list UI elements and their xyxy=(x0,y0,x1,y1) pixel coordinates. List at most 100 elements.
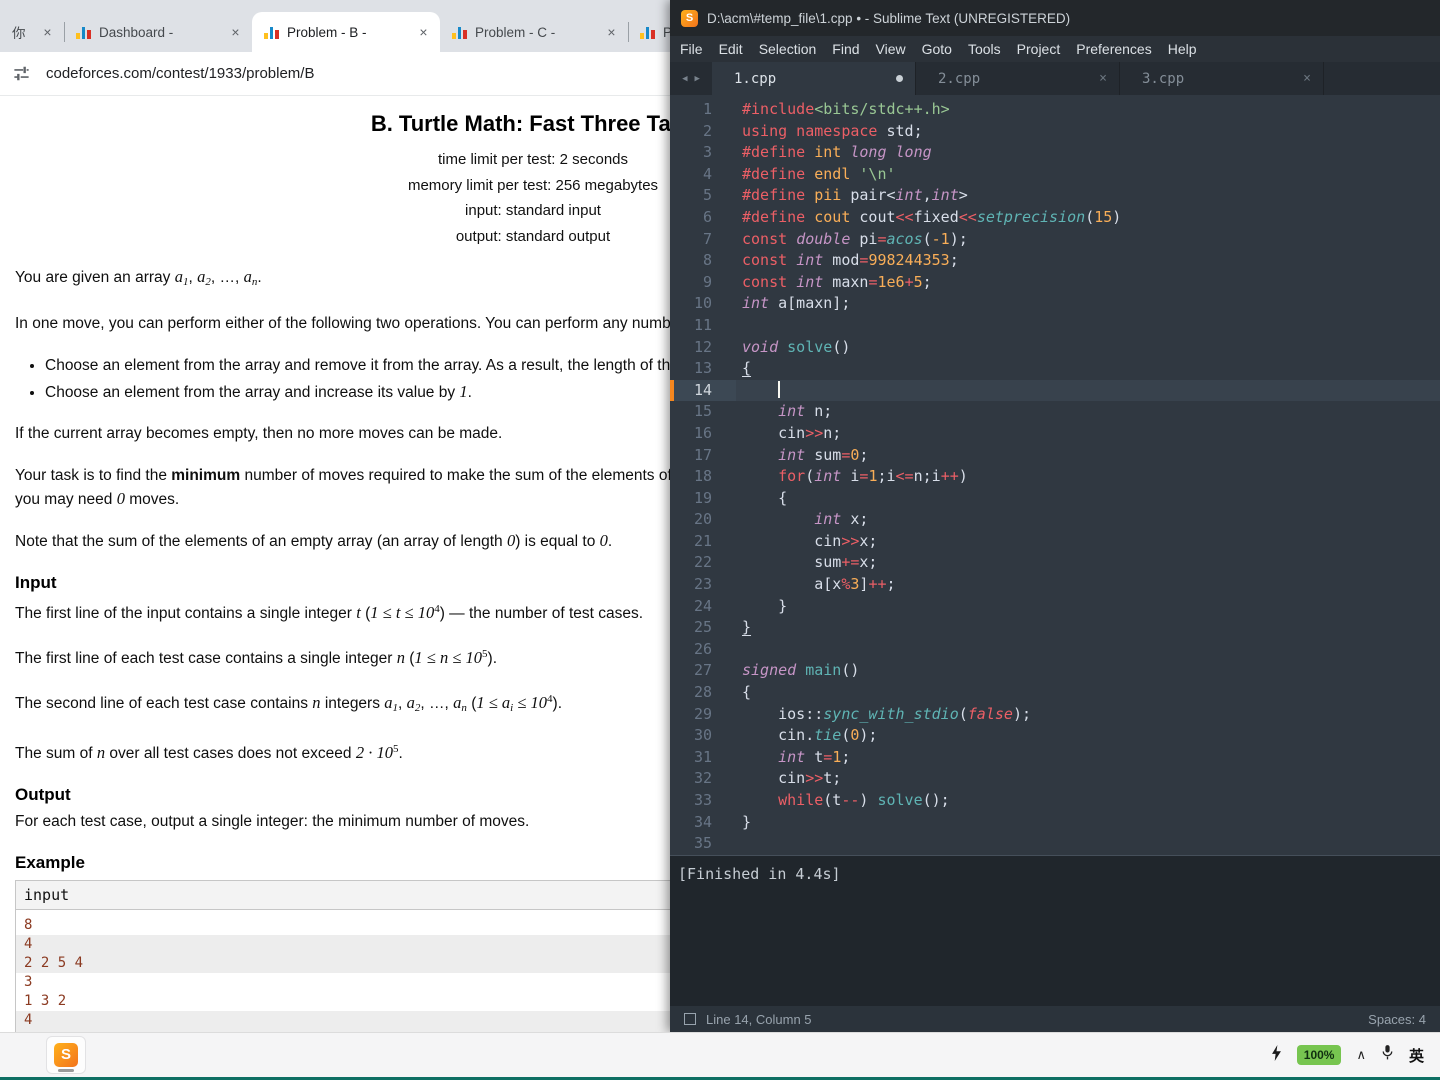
code-line[interactable] xyxy=(736,833,1440,855)
code-line[interactable]: using namespace std; xyxy=(736,121,1440,143)
code-line[interactable]: int n; xyxy=(736,401,1440,423)
menu-item-project[interactable]: Project xyxy=(1009,41,1069,57)
line-number: 11 xyxy=(693,315,712,334)
tab-prev-icon[interactable]: ◀ xyxy=(682,74,687,84)
code-line[interactable]: cin.tie(0); xyxy=(736,725,1440,747)
tab-title: 你 xyxy=(12,26,26,41)
codeforces-favicon xyxy=(76,25,91,39)
address-bar-url[interactable]: codeforces.com/contest/1933/problem/B xyxy=(46,65,314,82)
code-line[interactable]: for(int i=1;i<=n;i++) xyxy=(736,466,1440,488)
sublime-logo-icon: S xyxy=(681,9,698,27)
tab-next-icon[interactable]: ▶ xyxy=(695,74,700,84)
code-line[interactable] xyxy=(736,315,1440,337)
menu-item-view[interactable]: View xyxy=(868,41,914,57)
line-number: 20 xyxy=(693,510,712,529)
code-line[interactable]: #define pii pair<int,int> xyxy=(736,185,1440,207)
windows-taskbar: S 100% ∧ 英 xyxy=(0,1032,1440,1077)
tab-close-icon[interactable]: × xyxy=(227,24,244,41)
sublime-tab[interactable]: 3.cpp × xyxy=(1120,62,1324,95)
code-line[interactable]: } xyxy=(736,617,1440,639)
code-line[interactable]: cin>>x; xyxy=(736,531,1440,553)
line-number: 7 xyxy=(702,229,712,248)
code-line[interactable]: const double pi=acos(-1); xyxy=(736,229,1440,251)
code-line[interactable]: const int maxn=1e6+5; xyxy=(736,272,1440,294)
menu-item-help[interactable]: Help xyxy=(1160,41,1205,57)
code-line[interactable]: signed main() xyxy=(736,660,1440,682)
menu-item-goto[interactable]: Goto xyxy=(914,41,960,57)
code-line[interactable]: int a[maxn]; xyxy=(736,293,1440,315)
line-number: 24 xyxy=(693,596,712,615)
menu-item-file[interactable]: File xyxy=(672,41,711,57)
code-line[interactable]: #define endl '\n' xyxy=(736,164,1440,186)
taskbar-sublime-button[interactable]: S xyxy=(46,1036,86,1074)
menu-item-preferences[interactable]: Preferences xyxy=(1068,41,1159,57)
sublime-logo-icon: S xyxy=(54,1043,78,1067)
code-line[interactable]: cin>>n; xyxy=(736,423,1440,445)
code-line[interactable]: { xyxy=(736,488,1440,510)
tab-close-icon[interactable]: × xyxy=(415,24,432,41)
code-line[interactable]: int t=1; xyxy=(736,747,1440,769)
code-line[interactable]: void solve() xyxy=(736,337,1440,359)
line-number: 4 xyxy=(702,164,712,183)
menu-item-tools[interactable]: Tools xyxy=(960,41,1009,57)
tab-close-icon[interactable]: × xyxy=(1303,71,1311,86)
codeforces-favicon xyxy=(264,25,279,39)
code-line[interactable]: { xyxy=(736,682,1440,704)
sublime-titlebar[interactable]: S D:\acm\#temp_file\1.cpp • - Sublime Te… xyxy=(670,0,1440,36)
codeforces-favicon xyxy=(640,25,655,39)
code-line[interactable]: #define cout cout<<fixed<<setprecision(1… xyxy=(736,207,1440,229)
microphone-icon[interactable] xyxy=(1381,1044,1394,1066)
line-number: 16 xyxy=(693,423,712,442)
screen: 你 × Dashboard - × Problem - B - × Problem - C … xyxy=(0,0,1440,1080)
code-line[interactable]: int sum=0; xyxy=(736,445,1440,467)
code-line[interactable]: { xyxy=(736,358,1440,380)
tab-close-icon[interactable]: × xyxy=(39,24,56,41)
code-line[interactable]: while(t--) solve(); xyxy=(736,790,1440,812)
code-line[interactable] xyxy=(736,379,1440,402)
line-number: 23 xyxy=(693,575,712,594)
site-info-tune-icon[interactable] xyxy=(12,64,31,83)
code-line[interactable]: const int mod=998244353; xyxy=(736,250,1440,272)
battery-level-badge[interactable]: 100% xyxy=(1296,1045,1342,1065)
browser-tab[interactable]: Problem - C - × xyxy=(440,12,628,52)
browser-tab[interactable]: Problem - B - × xyxy=(252,12,440,52)
sublime-tab[interactable]: 2.cpp × xyxy=(916,62,1120,95)
code-line[interactable]: #define int long long xyxy=(736,142,1440,164)
tab-title: Dashboard - xyxy=(99,24,174,40)
browser-tab[interactable]: Dashboard - × xyxy=(64,12,252,52)
editor-code[interactable]: #include<bits/stdc++.h> using namespace s… xyxy=(736,99,1440,855)
power-charging-icon[interactable] xyxy=(1271,1044,1282,1066)
code-line[interactable]: #include<bits/stdc++.h> xyxy=(736,99,1440,121)
build-output-panel: [Finished in 4.4s] xyxy=(670,855,1440,1006)
line-number: 1 xyxy=(702,100,712,118)
code-line[interactable]: sum+=x; xyxy=(736,552,1440,574)
line-number: 2 xyxy=(702,121,712,140)
code-line[interactable]: int x; xyxy=(736,509,1440,531)
code-line[interactable]: } xyxy=(736,812,1440,834)
tab-close-icon[interactable]: × xyxy=(1099,71,1107,86)
sublime-statusbar: Line 14, Column 5 Spaces: 4 xyxy=(670,1006,1440,1032)
modified-dot-icon xyxy=(896,75,903,82)
code-line[interactable]: } xyxy=(736,596,1440,618)
browser-tab[interactable]: 你 × xyxy=(0,12,64,52)
tray-expand-chevron-icon[interactable]: ∧ xyxy=(1356,1047,1366,1063)
build-result-text: [Finished in 4.4s] xyxy=(678,865,841,883)
menu-item-selection[interactable]: Selection xyxy=(751,41,825,57)
menu-item-find[interactable]: Find xyxy=(824,41,867,57)
code-line[interactable] xyxy=(736,639,1440,661)
line-number: 22 xyxy=(693,553,712,572)
code-line[interactable]: cin>>t; xyxy=(736,768,1440,790)
sublime-editor[interactable]: 1 2 3 4 5 6 7 8 9 10 11 12 13 14 15 16 17 18 19 20 21 22 23 24 2… xyxy=(670,95,1440,855)
tab-close-icon[interactable]: × xyxy=(603,24,620,41)
menu-item-edit[interactable]: Edit xyxy=(711,41,751,57)
file-tab-title: 3.cpp xyxy=(1142,70,1185,87)
system-tray: 100% ∧ 英 xyxy=(1271,1044,1440,1066)
line-number: 33 xyxy=(693,791,712,809)
tab-scroll-arrows[interactable]: ◀ ▶ xyxy=(670,62,712,95)
indent-setting-text[interactable]: Spaces: 4 xyxy=(1368,1012,1426,1027)
ime-language-indicator[interactable]: 英 xyxy=(1409,1045,1424,1066)
sublime-tab[interactable]: 1.cpp xyxy=(712,62,916,95)
code-line[interactable]: ios::sync_with_stdio(false); xyxy=(736,704,1440,726)
code-line[interactable]: a[x%3]++; xyxy=(736,574,1440,596)
status-context-icon[interactable] xyxy=(684,1013,696,1025)
